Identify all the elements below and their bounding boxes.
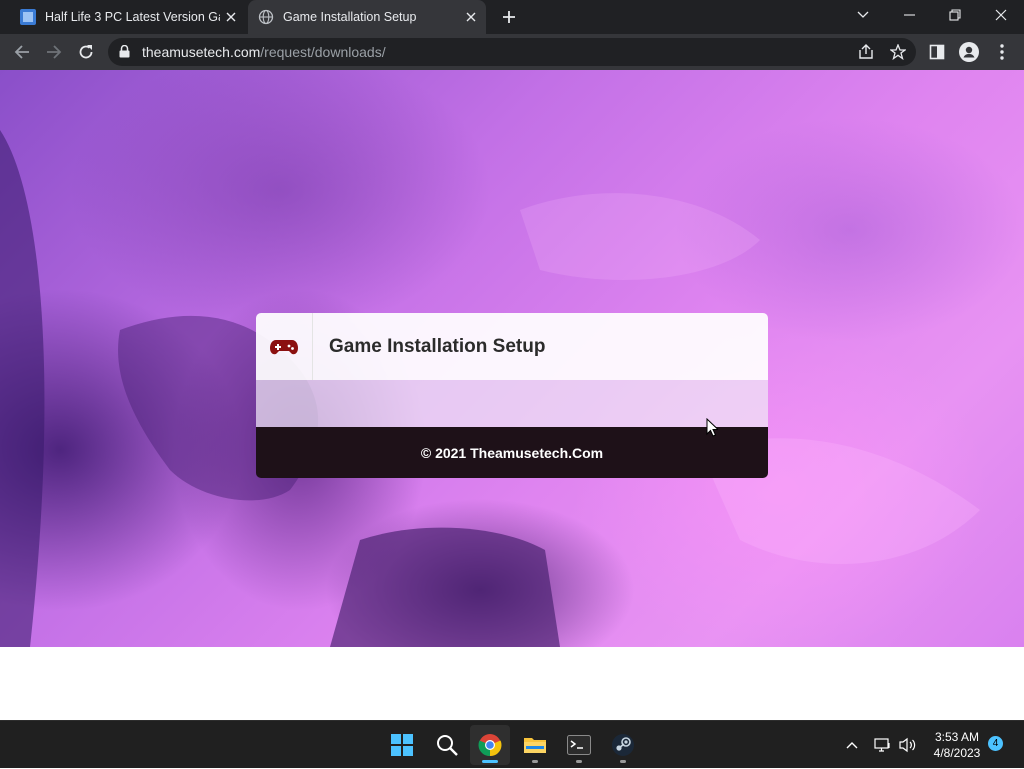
running-app-indicator [620, 760, 626, 763]
side-panel-icon[interactable] [926, 41, 948, 63]
new-tab-button[interactable] [497, 5, 521, 29]
tab-title: Half Life 3 PC Latest Version Game [45, 10, 220, 24]
mouse-cursor-icon [706, 417, 720, 442]
tab-half-life-3[interactable]: Half Life 3 PC Latest Version Game [10, 0, 246, 34]
taskbar: 3:53 AM 4/8/2023 [0, 720, 1024, 768]
minimize-button[interactable] [886, 0, 932, 30]
network-icon[interactable] [872, 721, 894, 769]
bookmark-star-icon[interactable] [887, 41, 909, 63]
url-host: theamusetech.com [142, 44, 261, 60]
terminal-icon[interactable] [559, 725, 599, 765]
share-icon[interactable] [855, 41, 877, 63]
tab-close-icon[interactable] [220, 6, 242, 28]
tab-game-installation-setup[interactable]: Game Installation Setup [248, 0, 486, 34]
notification-badge[interactable]: 4 [988, 736, 1003, 751]
menu-kebab-icon[interactable] [991, 41, 1013, 63]
running-app-indicator [532, 760, 538, 763]
file-explorer-icon[interactable] [515, 725, 555, 765]
card-footer: © 2021 Theamusetech.Com [256, 427, 768, 478]
installation-card: Game Installation Setup © 2021 Theamuset… [256, 313, 768, 478]
chrome-taskbar-icon[interactable] [470, 725, 510, 765]
card-content-area [256, 380, 768, 427]
forward-button[interactable] [39, 37, 69, 67]
profile-avatar-icon[interactable] [958, 41, 980, 63]
active-app-indicator [482, 760, 498, 763]
volume-icon[interactable] [896, 721, 920, 769]
system-clock[interactable]: 3:53 AM 4/8/2023 [922, 729, 992, 761]
globe-icon [258, 9, 274, 25]
tab-strip: Half Life 3 PC Latest Version Game Game … [0, 0, 1024, 34]
running-app-indicator [576, 760, 582, 763]
site-favicon-icon [20, 9, 36, 25]
clock-time: 3:53 AM [934, 730, 980, 744]
start-button[interactable] [382, 725, 422, 765]
tab-search-chevron-icon[interactable] [840, 0, 886, 30]
copyright-text: © 2021 Theamusetech.Com [420, 444, 604, 461]
url-text[interactable]: theamusetech.com/request/downloads/ [142, 44, 386, 60]
close-window-button[interactable] [978, 0, 1024, 30]
clock-date: 4/8/2023 [933, 746, 981, 760]
tab-title: Game Installation Setup [283, 10, 417, 24]
url-path: /request/downloads/ [260, 44, 386, 60]
gamepad-icon [256, 313, 313, 380]
search-icon[interactable] [427, 725, 467, 765]
card-title: Game Installation Setup [329, 336, 546, 357]
steam-icon[interactable] [603, 725, 643, 765]
lock-icon[interactable] [119, 44, 130, 63]
browser-window-frame: Half Life 3 PC Latest Version Game Game … [0, 0, 1024, 70]
back-button[interactable] [7, 37, 37, 67]
reload-button[interactable] [71, 37, 101, 67]
show-hidden-icons-chevron-icon[interactable] [840, 721, 864, 769]
tab-close-icon[interactable] [460, 6, 482, 28]
card-header: Game Installation Setup [256, 313, 768, 380]
restore-button[interactable] [932, 0, 978, 30]
